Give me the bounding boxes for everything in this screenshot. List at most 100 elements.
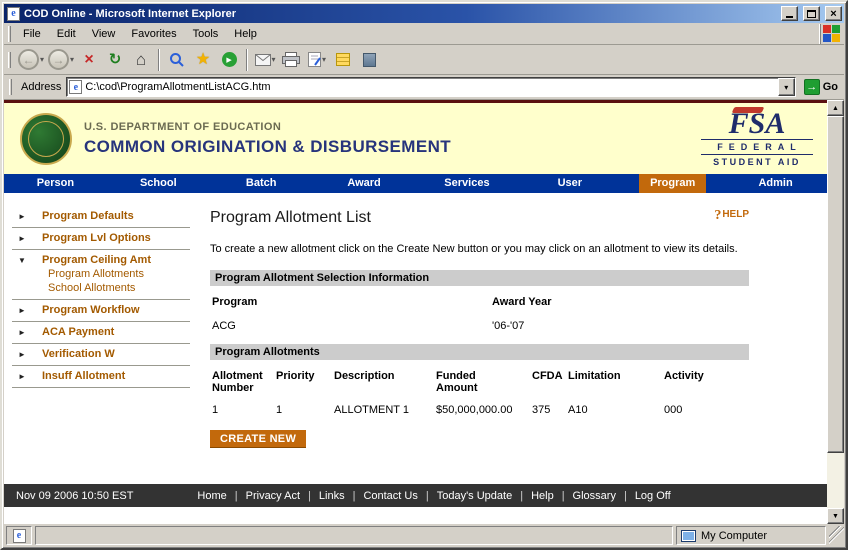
status-bar: e My Computer — [4, 524, 844, 546]
sidebar-group-program-ceiling-amt: ▼ Program Ceiling Amt Program Allotments… — [12, 250, 190, 300]
nav-item-services[interactable]: Services — [416, 174, 519, 193]
nav-item-award[interactable]: Award — [313, 174, 416, 193]
edit-page-icon — [308, 52, 321, 67]
close-button[interactable]: × — [825, 6, 842, 21]
menu-help[interactable]: Help — [226, 25, 265, 43]
discuss-button[interactable] — [331, 47, 355, 73]
page-title: Program Allotment List — [210, 209, 371, 227]
fsa-word-federal: FEDERAL — [701, 142, 813, 152]
address-input[interactable] — [85, 79, 774, 95]
sidebar-item-program-defaults[interactable]: ► Program Defaults — [12, 206, 190, 228]
dept-education-seal-icon — [20, 113, 72, 165]
table-row[interactable]: 1 1 ALLOTMENT 1 $50,000,000.00 375 A10 0… — [212, 404, 749, 416]
messenger-icon — [363, 53, 376, 67]
edit-button[interactable]: ▾ — [305, 47, 329, 73]
fsa-flag-icon — [731, 107, 764, 113]
nav-item-person[interactable]: Person — [4, 174, 107, 193]
nav-label: Award — [336, 174, 391, 193]
primary-nav: Person School Batch Award Services User … — [4, 174, 827, 193]
refresh-button[interactable]: ↻ — [103, 47, 127, 73]
create-new-button[interactable]: CREATE NEW — [210, 430, 306, 448]
sidebar-subitem-program-allotments[interactable]: Program Allotments — [48, 268, 190, 280]
sidebar-item-insuff-allotment[interactable]: ► Insuff Allotment — [12, 366, 190, 388]
scrollbar-track[interactable] — [827, 116, 844, 508]
footer-link-home[interactable]: Home — [197, 490, 226, 502]
media-button[interactable]: ▶ — [217, 47, 241, 73]
nav-item-program[interactable]: Program — [621, 174, 724, 193]
footer-separator: | — [235, 490, 238, 502]
mail-button[interactable]: ▾ — [253, 47, 277, 73]
section-header-selection: Program Allotment Selection Information — [210, 270, 749, 286]
nav-item-school[interactable]: School — [107, 174, 210, 193]
sidebar-item-program-ceiling-amt[interactable]: Program Ceiling Amt — [42, 254, 151, 266]
stop-button[interactable]: × — [77, 47, 101, 73]
nav-item-user[interactable]: User — [518, 174, 621, 193]
nav-label: Batch — [235, 174, 288, 193]
chevron-right-icon: ► — [18, 350, 26, 359]
footer-link-privacy-act[interactable]: Privacy Act — [246, 490, 300, 502]
menu-file[interactable]: File — [15, 25, 49, 43]
nav-item-admin[interactable]: Admin — [724, 174, 827, 193]
footer-link-log-off[interactable]: Log Off — [635, 490, 671, 502]
help-link[interactable]: ? HELP — [714, 209, 749, 223]
award-year-label: Award Year — [492, 296, 749, 308]
resize-grip[interactable] — [829, 526, 844, 545]
selection-info: Program Award Year ACG '06-'07 — [210, 296, 749, 332]
col-allotment-number: Allotment Number — [212, 370, 268, 394]
vertical-scrollbar: ▲ ▼ — [827, 100, 844, 524]
menu-view[interactable]: View — [84, 25, 124, 43]
chevron-right-icon: ► — [18, 372, 26, 381]
col-cfda: CFDA — [532, 370, 568, 394]
menu-edit[interactable]: Edit — [49, 25, 84, 43]
go-arrow-icon: → — [804, 79, 820, 95]
footer-link-help[interactable]: Help — [531, 490, 554, 502]
sidebar-subitem-school-allotments[interactable]: School Allotments — [48, 282, 190, 294]
toolbar-grip[interactable] — [9, 79, 12, 95]
sidebar-item-program-workflow[interactable]: ► Program Workflow — [12, 300, 190, 322]
col-priority: Priority — [276, 370, 334, 394]
toolbar-separator — [246, 49, 248, 71]
footer-separator: | — [308, 490, 311, 502]
messenger-button[interactable] — [357, 47, 381, 73]
minimize-button[interactable] — [781, 6, 798, 21]
award-year-value: '06-'07 — [492, 320, 749, 332]
sidebar: ► Program Defaults ► Program Lvl Options… — [4, 193, 202, 484]
col-activity: Activity — [664, 370, 749, 394]
title-bar[interactable]: e COD Online - Microsoft Internet Explor… — [4, 4, 844, 23]
scroll-down-button[interactable]: ▼ — [827, 508, 844, 524]
footer-link-links[interactable]: Links — [319, 490, 345, 502]
chevron-right-icon: ► — [18, 234, 26, 243]
forward-button[interactable]: → ▾ — [47, 47, 75, 73]
browser-toolbar: ← ▾ → ▾ × ↻ ⌂ ★ ▶ — [4, 45, 844, 75]
footer-link-todays-update[interactable]: Today's Update — [437, 490, 512, 502]
menu-favorites[interactable]: Favorites — [123, 25, 184, 43]
app-name: COMMON ORIGINATION & DISBURSEMENT — [84, 137, 451, 157]
scroll-up-button[interactable]: ▲ — [827, 100, 844, 116]
my-computer-icon — [681, 530, 696, 542]
sidebar-item-verification-w[interactable]: ► Verification W — [12, 344, 190, 366]
back-button[interactable]: ← ▾ — [17, 47, 45, 73]
toolbar-grip[interactable] — [8, 26, 11, 42]
page-icon: e — [69, 80, 82, 94]
footer-link-contact-us[interactable]: Contact Us — [363, 490, 417, 502]
cell-description: ALLOTMENT 1 — [334, 404, 436, 416]
footer-link-glossary[interactable]: Glossary — [573, 490, 616, 502]
nav-item-batch[interactable]: Batch — [210, 174, 313, 193]
address-dropdown-button[interactable]: ▾ — [778, 78, 795, 96]
cell-allotment-number[interactable]: 1 — [212, 404, 276, 416]
sidebar-item-aca-payment[interactable]: ► ACA Payment — [12, 322, 190, 344]
print-button[interactable] — [279, 47, 303, 73]
home-button[interactable]: ⌂ — [129, 47, 153, 73]
scrollbar-thumb[interactable] — [827, 116, 844, 453]
maximize-icon — [807, 10, 816, 18]
sidebar-item-program-lvl-options[interactable]: ► Program Lvl Options — [12, 228, 190, 250]
search-icon — [169, 52, 185, 68]
favorites-button[interactable]: ★ — [191, 47, 215, 73]
maximize-button[interactable] — [803, 6, 820, 21]
go-button[interactable]: → Go — [801, 79, 841, 95]
search-button[interactable] — [165, 47, 189, 73]
fsa-acronym: FSA — [729, 110, 786, 137]
toolbar-grip[interactable] — [8, 52, 11, 68]
menu-tools[interactable]: Tools — [185, 25, 227, 43]
sidebar-item-label: Program Defaults — [42, 210, 134, 222]
